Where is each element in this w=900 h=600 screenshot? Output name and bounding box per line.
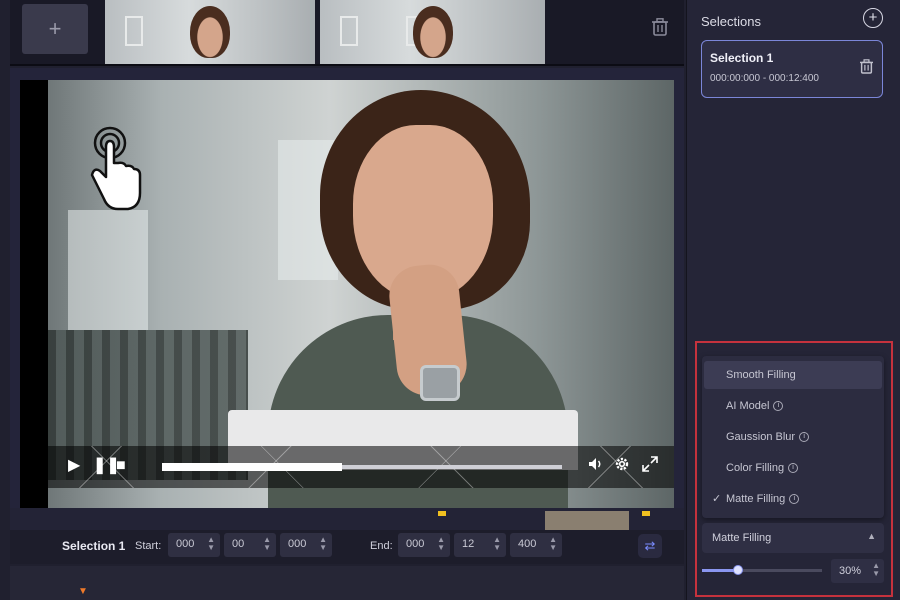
- fill-option[interactable]: Color Filling i: [704, 454, 882, 482]
- stepper-arrows-icon[interactable]: ▲ ▼: [319, 536, 327, 552]
- timeline-marker[interactable]: [642, 511, 650, 516]
- end-minutes-field[interactable]: 000 ▲ ▼: [398, 533, 450, 557]
- start-milliseconds-field[interactable]: 000 ▲ ▼: [280, 533, 332, 557]
- info-icon[interactable]: i: [788, 463, 799, 474]
- timeline-marker[interactable]: [438, 511, 446, 516]
- opacity-slider[interactable]: [702, 565, 822, 575]
- timeline-selection-block[interactable]: [545, 511, 629, 530]
- swap-icon[interactable]: ⇄: [638, 534, 662, 558]
- fill-option-label: Gaussion Blur: [726, 431, 796, 443]
- end-milliseconds-field[interactable]: 400 ▲ ▼: [510, 533, 562, 557]
- opacity-percent-value: 30%: [839, 565, 862, 577]
- thumbnail-strip: +: [10, 0, 684, 66]
- background-window: [68, 210, 148, 330]
- clip-thumbnail[interactable]: [105, 0, 315, 64]
- start-seconds-field[interactable]: 00 ▲ ▼: [224, 533, 276, 557]
- chevron-up-icon: ▲: [867, 531, 876, 541]
- checkmark-icon: ✓: [712, 493, 722, 505]
- trash-icon[interactable]: [860, 59, 873, 77]
- plus-icon: +: [48, 16, 62, 41]
- video-preview-area: ▶ ❚❚ ■: [10, 68, 684, 513]
- start-minutes-field[interactable]: 000 ▲ ▼: [168, 533, 220, 557]
- selections-panel: Selections + Selection 1 000:00:000 - 00…: [686, 0, 900, 600]
- fill-method-select[interactable]: Matte Filling ▲: [702, 523, 884, 553]
- clip-thumbnail[interactable]: [320, 0, 545, 64]
- start-milliseconds-value: 000: [288, 538, 307, 550]
- person-head: [412, 6, 453, 58]
- fill-option[interactable]: Smooth Filling: [704, 361, 882, 389]
- timeline-strip[interactable]: [10, 508, 684, 530]
- fullscreen-button[interactable]: [642, 456, 658, 478]
- video-editor-window: + ▶ ❚❚ ■ Selection 1 Start: 000 ▲ ▼ 00 ▲…: [0, 0, 900, 600]
- stepper-arrows-icon[interactable]: ▲ ▼: [437, 536, 445, 552]
- selection-card-time: 000:00:000 - 000:12:400: [710, 73, 819, 84]
- fill-option-label: Matte Filling: [726, 493, 786, 505]
- fill-option[interactable]: Gaussion Blur i: [704, 423, 882, 451]
- background-window: [125, 16, 143, 46]
- play-button[interactable]: ▶: [68, 456, 80, 476]
- opacity-slider-handle[interactable]: [733, 565, 743, 575]
- info-icon[interactable]: i: [789, 494, 800, 505]
- background-window: [340, 16, 358, 46]
- selection-name: Selection 1: [62, 539, 126, 553]
- stop-button[interactable]: ■: [116, 456, 126, 476]
- person-head: [190, 6, 230, 58]
- trash-icon[interactable]: [650, 18, 670, 40]
- fill-option[interactable]: ✓ Matte Filling i: [704, 485, 882, 513]
- seek-bar[interactable]: [162, 463, 562, 471]
- stepper-arrows-icon[interactable]: ▲ ▼: [263, 536, 271, 552]
- seek-progress: [162, 463, 342, 471]
- end-seconds-field[interactable]: 12 ▲ ▼: [454, 533, 506, 557]
- wristwatch: [420, 365, 460, 401]
- selection-card-name: Selection 1: [710, 51, 774, 65]
- end-seconds-value: 12: [462, 538, 475, 550]
- start-seconds-value: 00: [232, 538, 245, 550]
- stepper-arrows-icon[interactable]: ▲ ▼: [207, 536, 215, 552]
- selection-card[interactable]: Selection 1 000:00:000 - 000:12:400: [701, 40, 883, 98]
- stepper-arrows-icon[interactable]: ▲ ▼: [493, 536, 501, 552]
- add-selection-button[interactable]: +: [863, 8, 883, 28]
- selection-time-row: Selection 1 Start: 000 ▲ ▼ 00 ▲ ▼ 000 ▲ ▼ End:…: [10, 530, 684, 564]
- player-controls: ▶ ❚❚ ■: [48, 446, 674, 488]
- fill-option-label: Color Filling: [726, 462, 785, 474]
- stepper-arrows-icon[interactable]: ▲ ▼: [872, 562, 880, 578]
- info-icon[interactable]: i: [773, 401, 784, 412]
- opacity-percent-field[interactable]: 30% ▲ ▼: [831, 559, 884, 583]
- add-clip-button[interactable]: +: [22, 4, 88, 54]
- fill-option-label: Smooth Filling: [726, 369, 796, 381]
- volume-button[interactable]: [588, 456, 604, 478]
- end-minutes-value: 000: [406, 538, 425, 550]
- end-label: End:: [370, 540, 393, 552]
- end-milliseconds-value: 400: [518, 538, 537, 550]
- settings-button[interactable]: [614, 456, 630, 478]
- start-label: Start:: [135, 540, 162, 552]
- fill-method-dropdown: Smooth Filling AI Model i Gaussion Blur i Col…: [702, 356, 884, 518]
- start-minutes-value: 000: [176, 538, 195, 550]
- info-icon[interactable]: i: [799, 432, 810, 443]
- fill-method-selected: Matte Filling: [712, 532, 772, 544]
- letterbox-bar: [20, 80, 50, 510]
- tap-gesture-icon: [90, 126, 142, 211]
- stepper-arrows-icon[interactable]: ▲ ▼: [549, 536, 557, 552]
- fill-method-panel: Smooth Filling AI Model i Gaussion Blur i Col…: [695, 341, 893, 597]
- fill-option[interactable]: AI Model i: [704, 392, 882, 420]
- playhead-marker-icon[interactable]: ▼: [78, 587, 88, 597]
- bottom-timeline-track[interactable]: ▼: [10, 566, 684, 600]
- fill-option-label: AI Model: [726, 400, 770, 412]
- selections-title: Selections: [701, 14, 761, 29]
